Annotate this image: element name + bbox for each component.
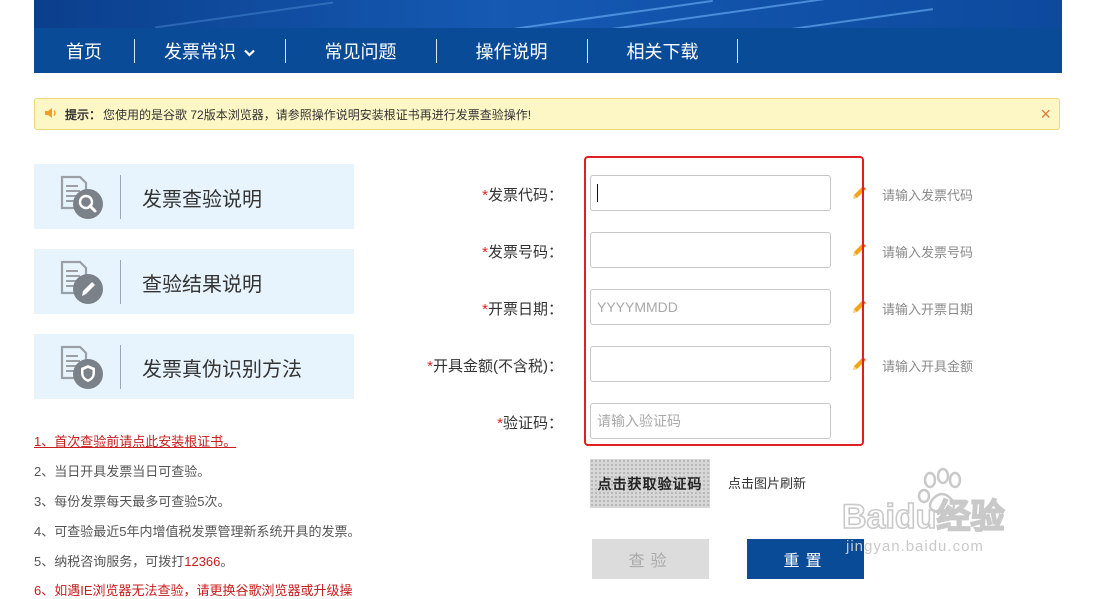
card-result-guide[interactable]: 查验结果说明 (34, 249, 354, 314)
notice-text: 您使用的是谷歌 72版本浏览器，请参照操作说明安装根证书再进行发票查验操作! (103, 107, 532, 122)
pencil-icon (851, 299, 867, 315)
nav-instructions-label: 操作说明 (475, 41, 548, 62)
text-cursor (597, 184, 598, 202)
tip-item: 2、当日开具发票当日可查验。 (34, 464, 211, 479)
card-divider (120, 345, 121, 389)
nav-invoice-knowledge[interactable]: 发票常识 (134, 28, 285, 73)
watermark-url: jingyan.baidu.com (846, 538, 984, 555)
tip-text: 5、纳税咨询服务，可拨打 (34, 554, 185, 569)
watermark-logo: Baidu经验 (842, 497, 1004, 536)
card-authenticity-guide[interactable]: 发票真伪识别方法 (34, 334, 354, 399)
amount-input[interactable] (590, 346, 831, 382)
document-shield-icon (58, 344, 106, 390)
nav-downloads-label: 相关下载 (626, 41, 699, 62)
invoice-code-hint: 请输入发票代码 (882, 188, 974, 203)
label-text: 开具金额(不含税)： (433, 358, 563, 375)
invoice-number-label: *发票号码： (482, 241, 563, 262)
captcha-label: *验证码： (497, 412, 563, 433)
amount-label: *开具金额(不含税)： (427, 355, 563, 376)
notice-prefix: 提示： (65, 107, 102, 122)
card-label: 发票真伪识别方法 (142, 359, 302, 381)
check-button[interactable]: 查验 (592, 539, 709, 579)
tip-item: 1、首次查验前请点此安装根证书。 (34, 431, 236, 450)
invoice-number-input[interactable] (590, 232, 831, 268)
tip-item: 3、每份发票每天最多可查验5次。 (34, 494, 231, 509)
nav-downloads[interactable]: 相关下载 (587, 28, 738, 73)
nav-home[interactable]: 首页 (34, 28, 134, 73)
amount-hint: 请输入开具金额 (882, 359, 974, 374)
close-icon[interactable]: × (1040, 104, 1051, 124)
nav-instructions[interactable]: 操作说明 (436, 28, 587, 73)
chevron-down-icon (244, 41, 255, 62)
invoice-code-input[interactable] (590, 175, 831, 211)
header-banner (34, 0, 1062, 28)
pencil-icon (851, 185, 867, 201)
tip-item: 6、如遇IE浏览器无法查验，请更换谷歌浏览器或升级操 (34, 583, 353, 598)
invoice-code-label: *发票代码： (482, 184, 563, 205)
refresh-captcha-hint[interactable]: 点击图片刷新 (728, 473, 806, 492)
speaker-icon (44, 107, 58, 122)
label-text: 开票日期： (487, 301, 563, 318)
captcha-input[interactable] (590, 403, 831, 439)
document-edit-icon (58, 259, 106, 305)
card-label: 发票查验说明 (142, 189, 262, 211)
pencil-icon (851, 242, 867, 258)
pencil-icon (851, 356, 867, 372)
tip-item: 5、纳税咨询服务，可拨打12366。 (34, 551, 233, 570)
captcha-image-text: 点击获取验证码 (597, 476, 703, 493)
label-text: 验证码： (502, 415, 563, 432)
label-text: 发票号码： (487, 244, 563, 261)
card-invoice-check-guide[interactable]: 发票查验说明 (34, 164, 354, 229)
issue-date-hint: 请输入开票日期 (882, 302, 974, 317)
baidu-jingyan-watermark: Baidu经验 (842, 467, 1005, 537)
hotline-number: 12366 (184, 554, 221, 569)
tip-text: 。 (220, 554, 234, 569)
tip-item: 4、可查验最近5年内增值税发票管理新系统开具的发票。 (34, 524, 361, 539)
browser-notice: 提示： 您使用的是谷歌 72版本浏览器，请参照操作说明安装根证书再进行发票查验操… (34, 98, 1060, 130)
nav-faq-label: 常见问题 (324, 41, 397, 62)
card-divider (120, 260, 121, 304)
issue-date-input[interactable] (590, 289, 831, 325)
card-label: 查验结果说明 (142, 274, 262, 296)
main-nav: 首页 发票常识 常见问题 操作说明 相关下载 (34, 28, 1062, 73)
install-cert-link[interactable]: 1、首次查验前请点此安装根证书。 (34, 434, 236, 449)
nav-home-label: 首页 (66, 41, 102, 62)
nav-invoice-knowledge-label: 发票常识 (164, 41, 236, 62)
captcha-image[interactable]: 点击获取验证码 (590, 459, 710, 508)
label-text: 发票代码： (487, 187, 563, 204)
card-divider (120, 175, 121, 219)
invoice-number-hint: 请输入发票号码 (882, 245, 974, 260)
document-search-icon (58, 174, 106, 220)
issue-date-label: *开票日期： (482, 298, 563, 319)
nav-faq[interactable]: 常见问题 (285, 28, 436, 73)
